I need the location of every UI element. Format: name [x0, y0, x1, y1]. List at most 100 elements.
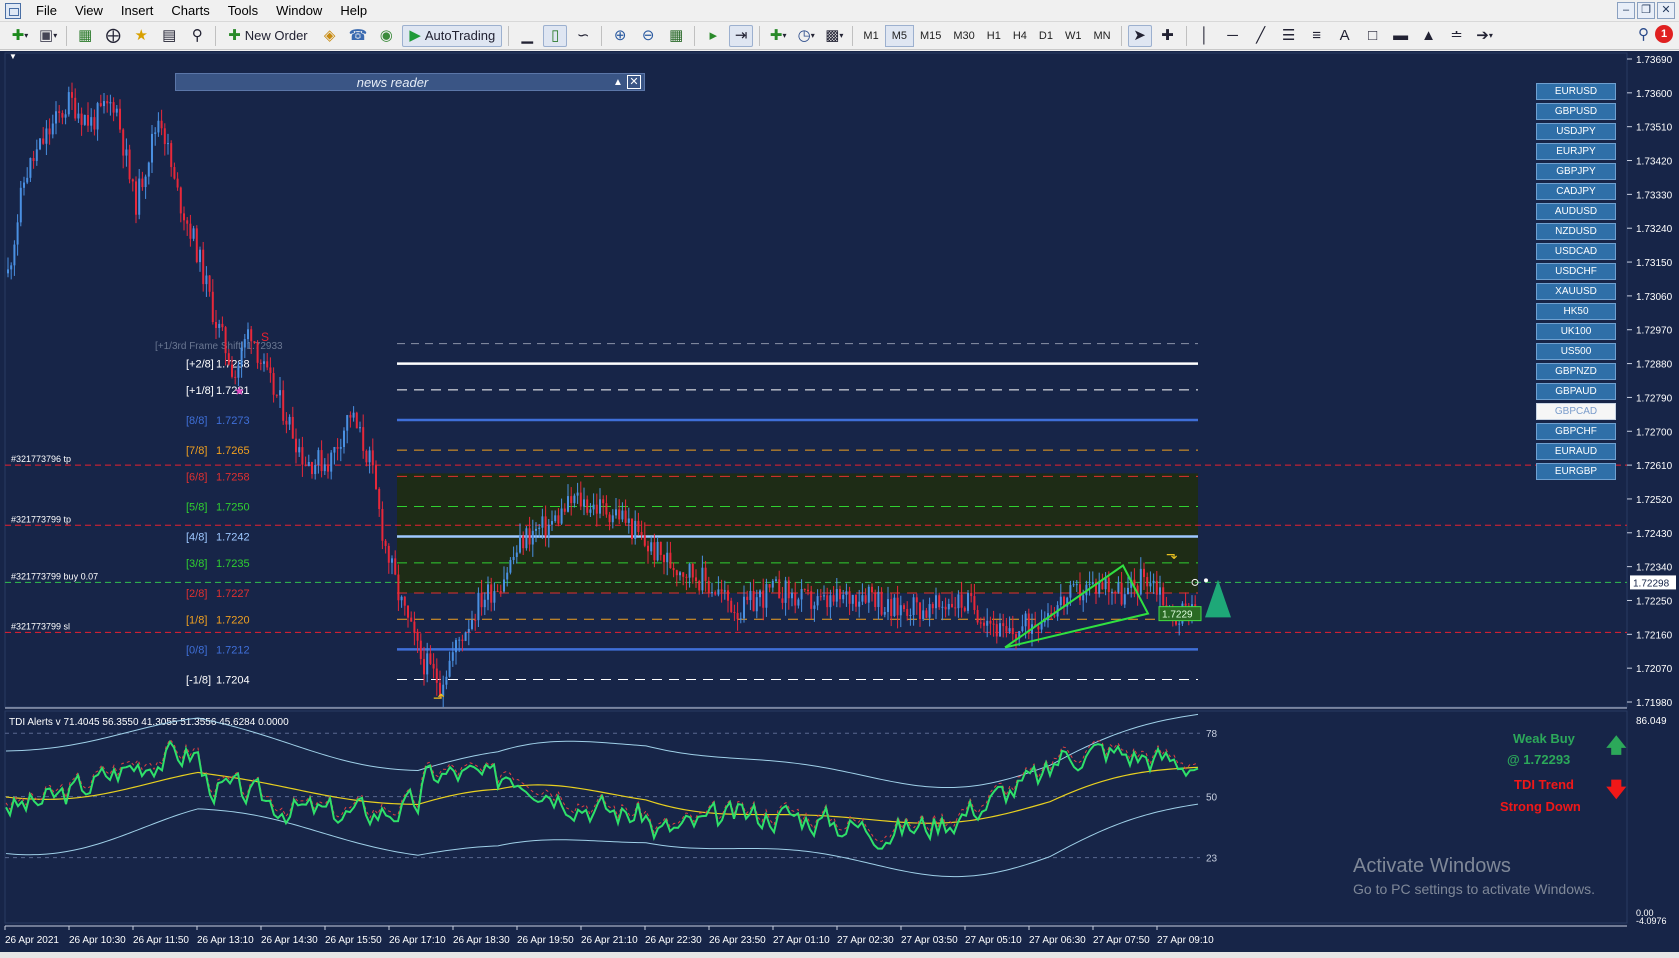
candle-body — [618, 509, 621, 520]
candle-body — [1184, 603, 1187, 606]
chart-area[interactable]: ▼ 1.73690 1.73600 1.73510 1.73420 1.73330 1.73… — [0, 51, 1679, 958]
menu-tools[interactable]: Tools — [219, 0, 267, 22]
candle-body — [669, 552, 672, 569]
search-icon[interactable]: ⚲ — [1638, 27, 1649, 42]
channel-button[interactable]: ☰ — [1277, 25, 1301, 47]
symbol-button-gbpjpy[interactable]: GBPJPY — [1536, 163, 1616, 180]
new-order-button[interactable]: ✚ New Order — [222, 25, 313, 47]
candle-body — [1162, 587, 1165, 606]
news-reader-panel[interactable]: news reader ▲ ✕ — [175, 73, 645, 91]
chart-canvas[interactable]: ▼ 1.73690 1.73600 1.73510 1.73420 1.73330 1.73… — [0, 51, 1679, 958]
timeframe-mn[interactable]: MN — [1087, 25, 1116, 47]
symbol-button-usdchf[interactable]: USDCHF — [1536, 263, 1616, 280]
arrows-button[interactable]: ➔ ▾ — [1473, 25, 1497, 47]
timeframe-m1[interactable]: M1 — [857, 25, 884, 47]
collapse-icon[interactable]: ▲ — [609, 77, 627, 88]
timeframe-h4[interactable]: H4 — [1007, 25, 1033, 47]
symbol-button-gbpusd[interactable]: GBPUSD — [1536, 103, 1616, 120]
symbol-button-eurjpy[interactable]: EURJPY — [1536, 143, 1616, 160]
timeframe-m5[interactable]: M5 — [884, 24, 914, 47]
autotrading-button[interactable]: ▶ AutoTrading — [402, 24, 503, 47]
candle-body — [791, 592, 793, 599]
cursor-button[interactable]: ➤ — [1127, 24, 1152, 47]
channel-icon: ☰ — [1281, 27, 1296, 44]
metaeditor-button[interactable]: ◈ — [318, 25, 342, 47]
timeframe-d1[interactable]: D1 — [1033, 25, 1059, 47]
new-order-label: New Order — [244, 28, 308, 43]
candle-body — [544, 516, 547, 537]
rectangle-button[interactable]: ▬ — [1389, 25, 1413, 47]
market-watch-button[interactable]: ▦ — [73, 25, 97, 47]
crosshair-button[interactable]: ✚ — [1156, 25, 1180, 47]
fibonacci-button[interactable]: ≡ — [1305, 25, 1329, 47]
menu-view[interactable]: View — [66, 0, 112, 22]
restore-icon[interactable]: ❐ — [1637, 2, 1655, 19]
minimize-icon[interactable]: – — [1617, 2, 1635, 19]
indicators-button[interactable]: ✚ ▾ — [766, 25, 790, 47]
candle-body — [1123, 594, 1126, 605]
candle-body — [45, 128, 48, 144]
text-button[interactable]: A — [1333, 25, 1357, 47]
candle-body — [10, 265, 13, 270]
data-window-button[interactable]: ⨁ — [101, 25, 125, 47]
triangle-button[interactable]: ▲ — [1417, 25, 1441, 47]
fibo-fan-button[interactable]: ≐ — [1445, 25, 1469, 47]
close-icon[interactable]: ✕ — [627, 75, 641, 89]
symbol-button-gbpchf[interactable]: GBPCHF — [1536, 423, 1616, 440]
bar-chart-button[interactable]: ▁ — [515, 25, 539, 47]
symbol-button-eurusd[interactable]: EURUSD — [1536, 83, 1616, 100]
new-chart-button[interactable]: ✚ ▾ — [8, 25, 32, 47]
candle-body — [506, 572, 509, 580]
zoom-out-button[interactable]: ⊖ — [636, 25, 660, 47]
vertical-line-button[interactable]: │ — [1193, 25, 1217, 47]
symbol-button-audusd[interactable]: AUDUSD — [1536, 203, 1616, 220]
close-icon[interactable]: ✕ — [1657, 2, 1675, 19]
symbol-button-usdcad[interactable]: USDCAD — [1536, 243, 1616, 260]
symbol-button-gbpcad[interactable]: GBPCAD — [1536, 403, 1616, 420]
auto-scroll-button[interactable]: ⇥ — [729, 24, 754, 47]
zoom-in-button[interactable]: ⊕ — [608, 25, 632, 47]
templates-button[interactable]: ▩ ▾ — [822, 25, 846, 47]
horizontal-line-button[interactable]: ─ — [1221, 25, 1245, 47]
symbol-button-us500[interactable]: US500 — [1536, 343, 1616, 360]
trendline-button[interactable]: ╱ — [1249, 25, 1273, 47]
symbol-button-usdjpy[interactable]: USDJPY — [1536, 123, 1616, 140]
candlestick-button[interactable]: ▯ — [543, 24, 568, 47]
symbol-button-uk100[interactable]: UK100 — [1536, 323, 1616, 340]
symbol-button-cadjpy[interactable]: CADJPY — [1536, 183, 1616, 200]
navigator-button[interactable]: ★ — [129, 25, 153, 47]
menu-help[interactable]: Help — [331, 0, 376, 22]
candle-body — [682, 572, 685, 577]
menu-file[interactable]: File — [27, 0, 66, 22]
menu-window[interactable]: Window — [267, 0, 331, 22]
signals-button[interactable]: ◉ — [374, 25, 398, 47]
timeframe-h1[interactable]: H1 — [981, 25, 1007, 47]
menu-charts[interactable]: Charts — [162, 0, 218, 22]
notification-badge[interactable]: 1 — [1655, 25, 1673, 43]
symbol-button-eurgbp[interactable]: EURGBP — [1536, 463, 1616, 480]
line-chart-button[interactable]: ∽ — [571, 25, 595, 47]
symbol-button-hk50[interactable]: HK50 — [1536, 303, 1616, 320]
timeframe-m30[interactable]: M30 — [947, 25, 980, 47]
candle-body — [1037, 626, 1040, 630]
candle-body — [695, 577, 697, 582]
symbol-button-gbpnzd[interactable]: GBPNZD — [1536, 363, 1616, 380]
chat-button[interactable]: ☎ — [346, 25, 371, 47]
timeframe-m15[interactable]: M15 — [914, 25, 947, 47]
candle-body — [317, 450, 320, 465]
text-label-button[interactable]: □ — [1361, 25, 1385, 47]
profiles-button[interactable]: ▣ ▾ — [36, 25, 60, 47]
symbol-button-euraud[interactable]: EURAUD — [1536, 443, 1616, 460]
terminal-button[interactable]: ▤ — [157, 25, 181, 47]
menu-insert[interactable]: Insert — [112, 0, 163, 22]
symbol-button-xauusd[interactable]: XAUUSD — [1536, 283, 1616, 300]
periods-button[interactable]: ◷ ▾ — [794, 25, 818, 47]
tile-windows-button[interactable]: ▦ — [664, 25, 688, 47]
candle-body — [394, 558, 397, 575]
timeframe-w1[interactable]: W1 — [1059, 25, 1088, 47]
symbol-button-nzdusd[interactable]: NZDUSD — [1536, 223, 1616, 240]
candle-body — [269, 367, 272, 374]
tester-button[interactable]: ⚲ — [185, 25, 209, 47]
symbol-button-gbpaud[interactable]: GBPAUD — [1536, 383, 1616, 400]
chart-shift-button[interactable]: ▸ — [701, 25, 725, 47]
